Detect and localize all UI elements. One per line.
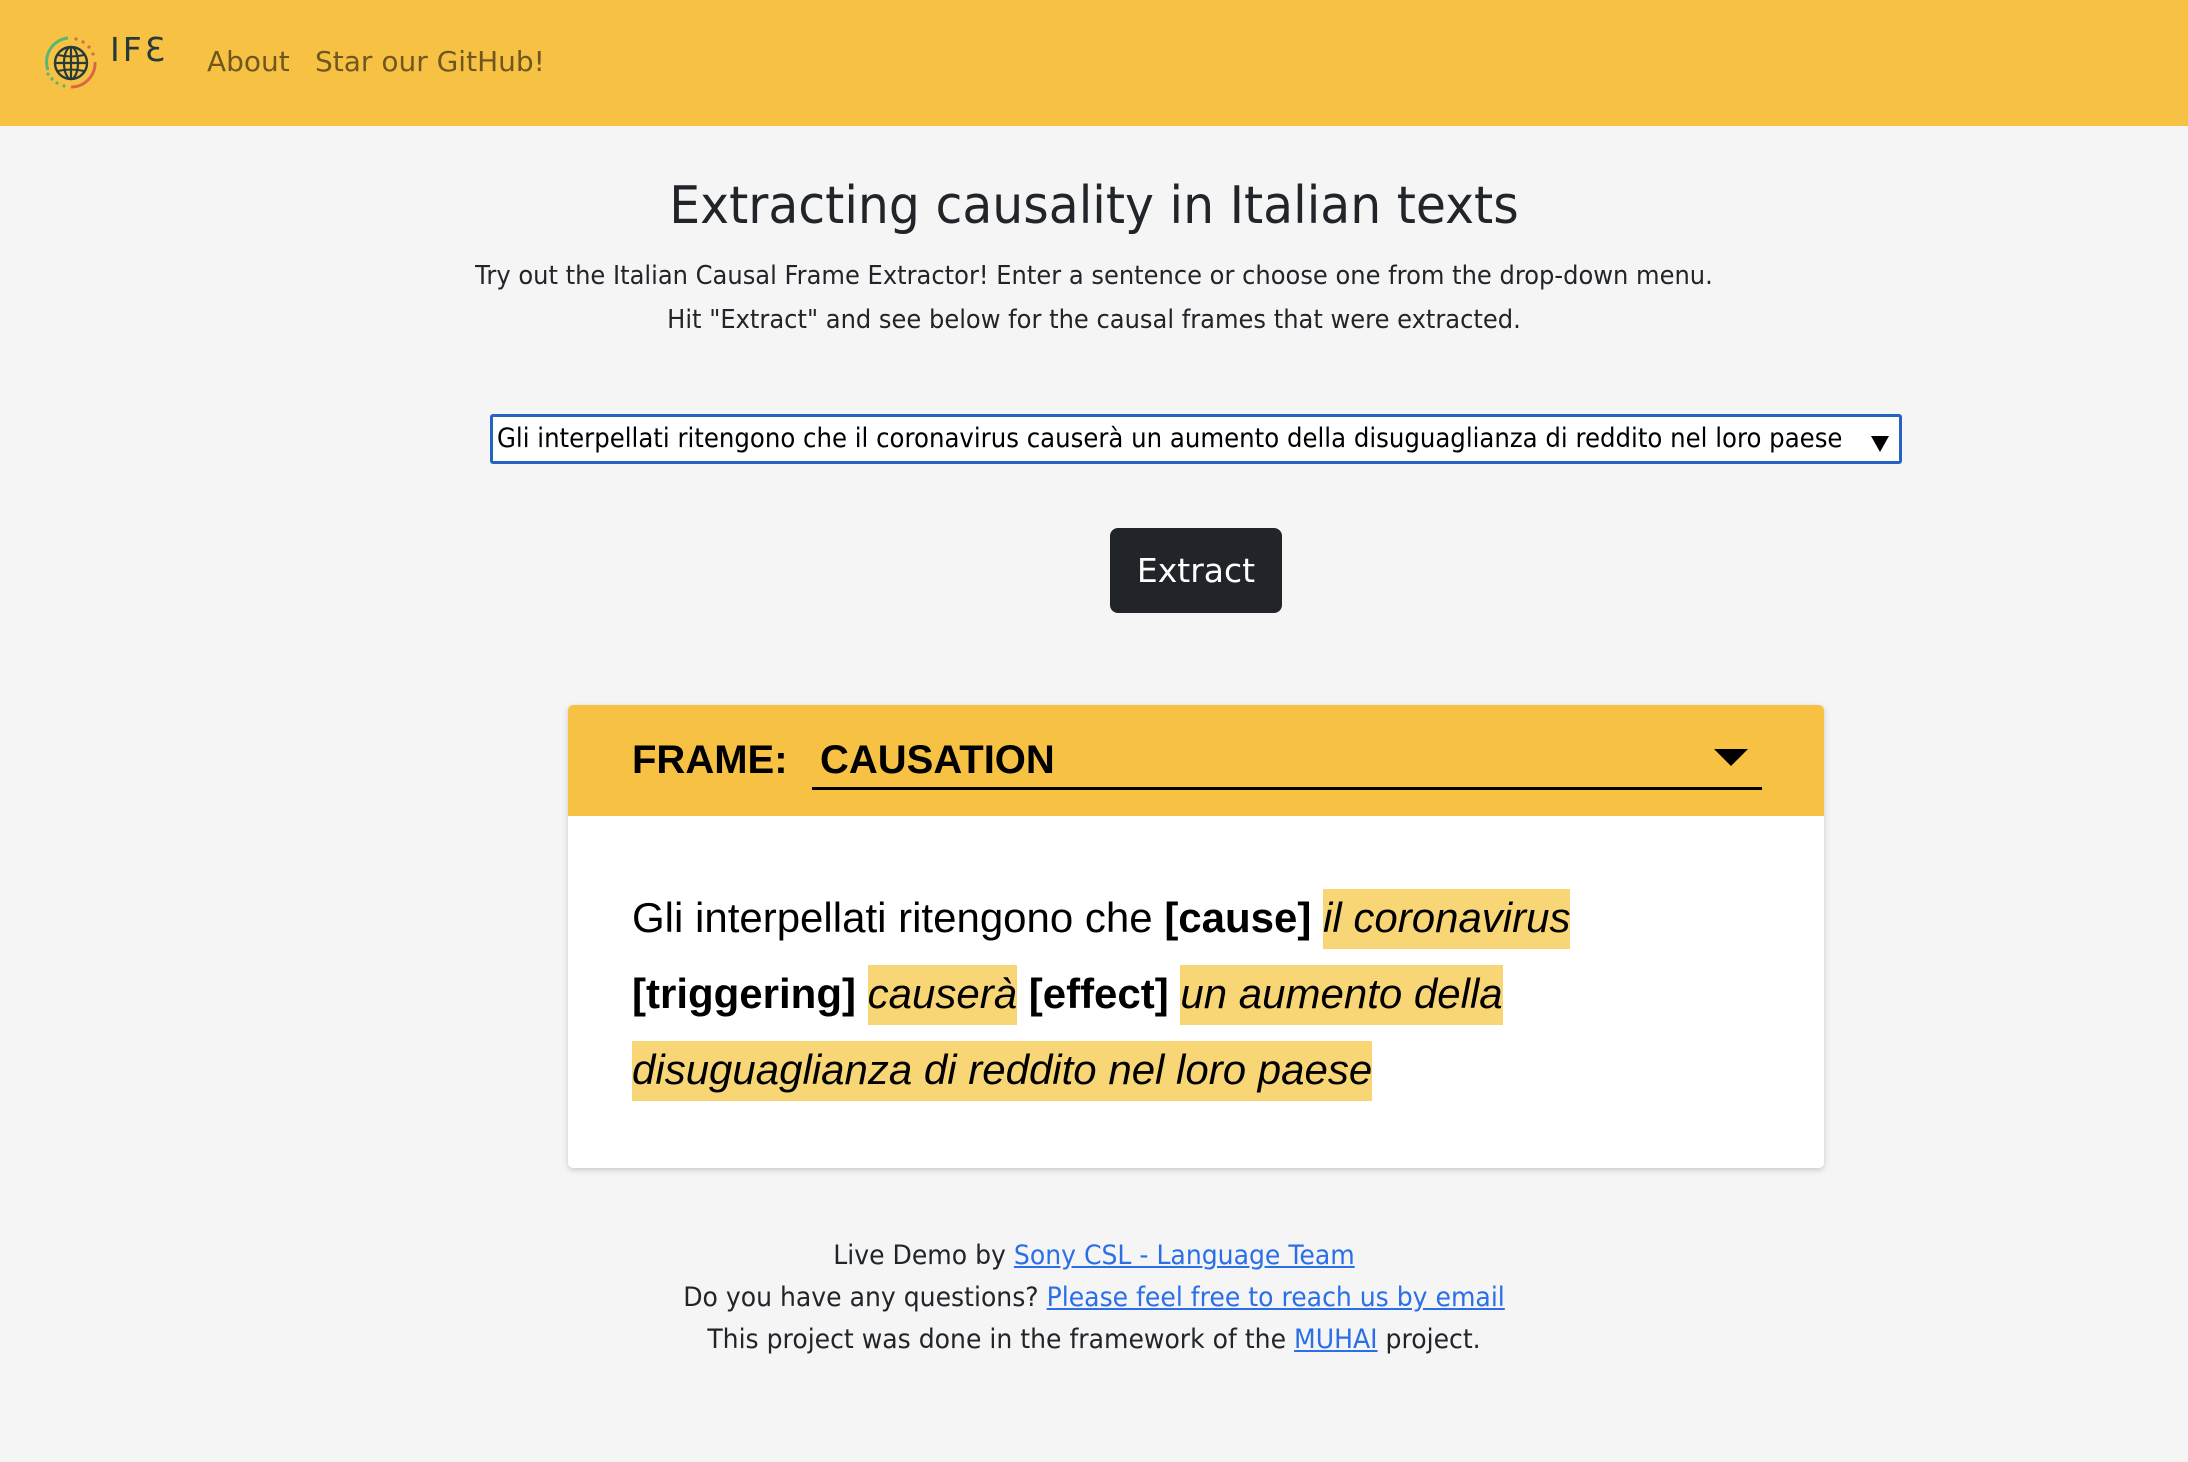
sentence-prefix: Gli interpellati ritengono che [632,894,1165,941]
frame-card-header: FRAME: CAUSATION [568,705,1824,816]
logo[interactable]: IFƐ [38,30,168,100]
triggering-role-label: [triggering] [632,970,856,1017]
frame-select-value: CAUSATION [820,738,1055,782]
logo-text: IFƐ [110,30,168,69]
footer-credits-text: Live Demo by [833,1240,1014,1271]
footer-line-project: This project was done in the framework o… [77,1319,2112,1361]
frame-card: FRAME: CAUSATION Gli interpellati riteng… [568,705,1824,1168]
triggering-span: causerà [867,965,1018,1025]
frame-label: FRAME: [632,738,788,782]
cause-span: il coronavirus [1323,889,1571,949]
navbar: IFƐ About Star our GitHub! [0,0,2188,126]
page-title: Extracting causality in Italian texts [669,176,1519,236]
muhai-link[interactable]: MUHAI [1294,1324,1378,1355]
effect-role-label: [effect] [1028,970,1169,1017]
footer-project-text: This project was done in the framework o… [707,1324,1295,1355]
footer-project-text-end: project. [1377,1324,1481,1355]
cause-role-label: [cause] [1164,894,1312,941]
footer-line-credits: Live Demo by Sony CSL - Language Team [77,1235,2112,1277]
frame-select[interactable]: CAUSATION [812,731,1762,790]
email-contact-link[interactable]: Please feel free to reach us by email [1047,1282,1505,1313]
sentence-select[interactable]: Gli interpellati ritengono che il corona… [490,414,1902,464]
footer-line-contact: Do you have any questions? Please feel f… [77,1277,2112,1319]
extract-button[interactable]: Extract [1110,528,1282,613]
footer: Live Demo by Sony CSL - Language Team Do… [0,1235,2188,1361]
caret-down-icon [1871,436,1889,452]
nav-link-github[interactable]: Star our GitHub! [315,42,545,82]
nav-link-about[interactable]: About [207,42,290,82]
page-subtitle-line-1: Try out the Italian Causal Frame Extract… [475,261,1713,291]
annotated-sentence: Gli interpellati ritengono che [cause] i… [632,880,1772,1108]
caret-down-icon [1714,749,1748,766]
footer-contact-text: Do you have any questions? [683,1282,1047,1313]
sony-csl-link[interactable]: Sony CSL - Language Team [1014,1240,1355,1271]
page-subtitle-line-2: Hit "Extract" and see below for the caus… [667,305,1521,335]
globe-icon [45,36,97,89]
sentence-select-value: Gli interpellati ritengono che il corona… [497,423,1843,454]
